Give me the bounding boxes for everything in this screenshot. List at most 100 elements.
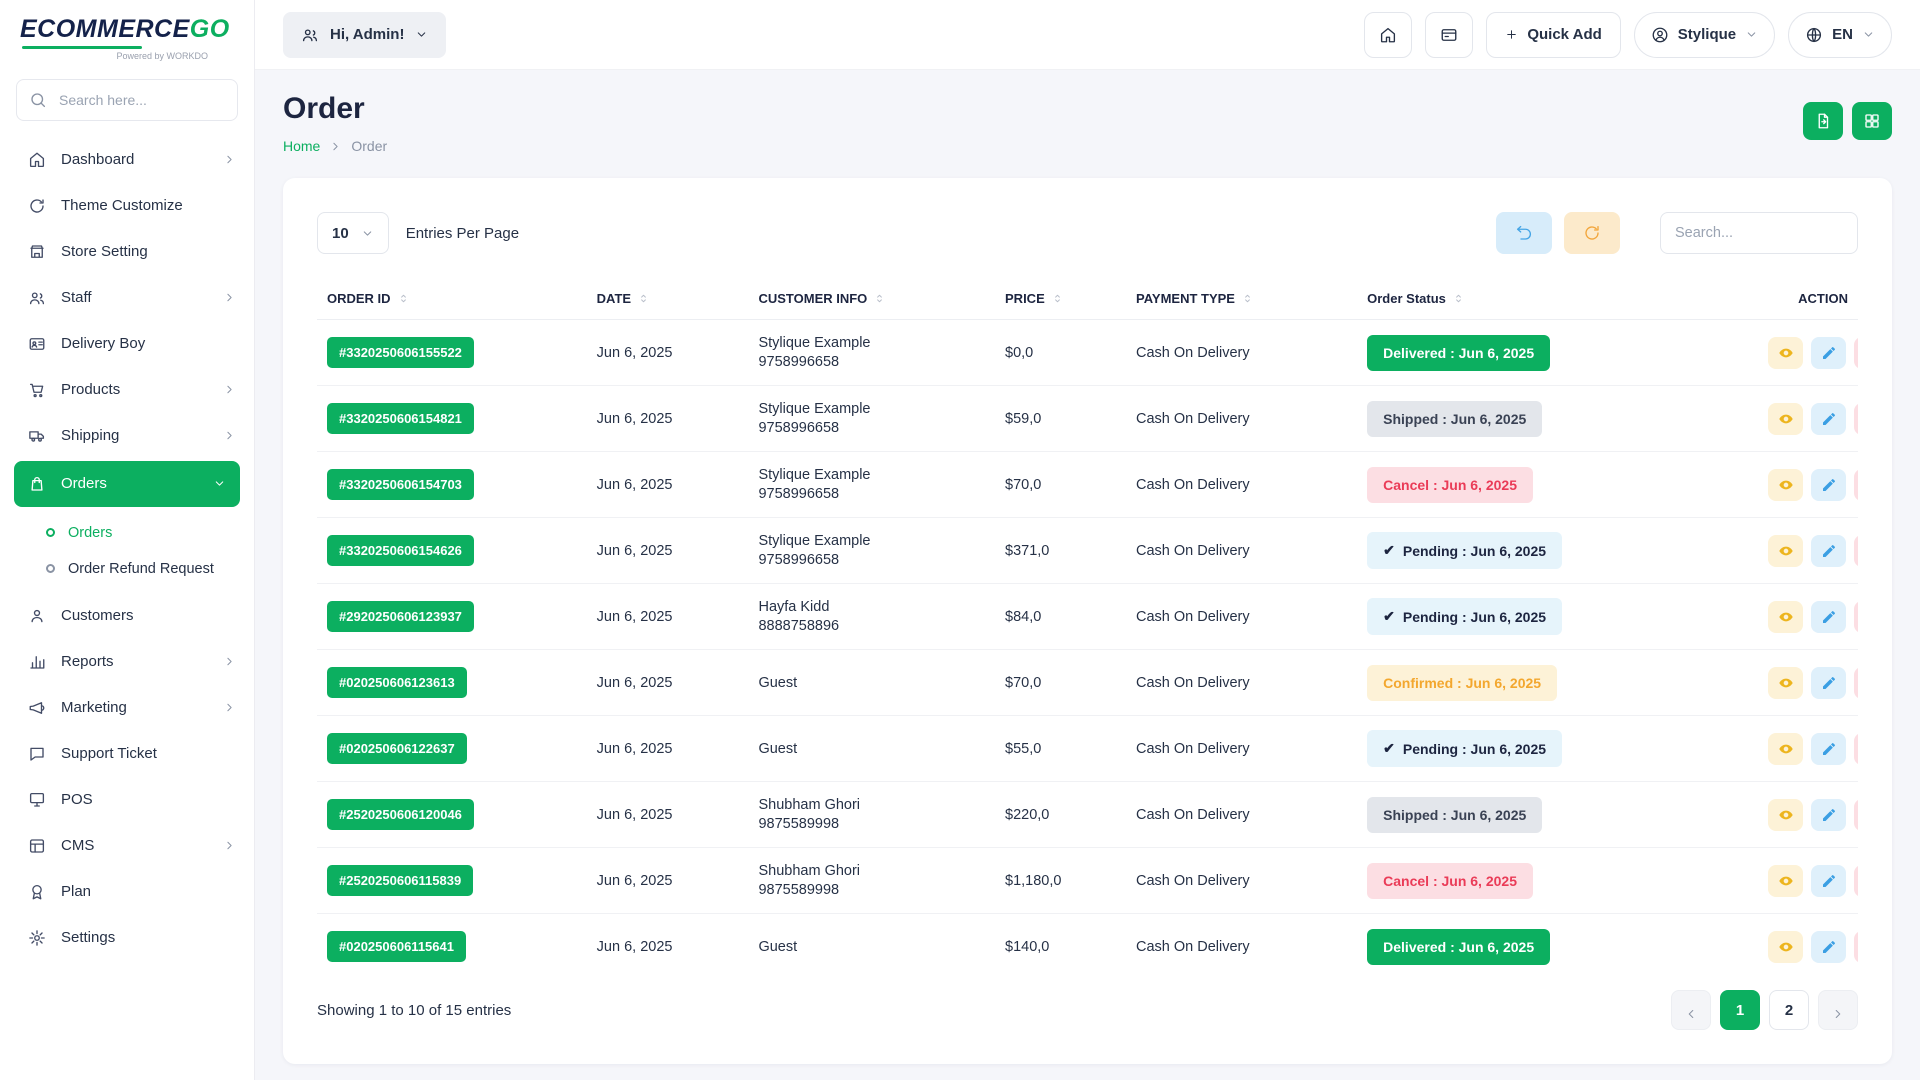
grid-view-button[interactable]	[1852, 102, 1892, 140]
sidebar-item-store-setting[interactable]: Store Setting	[0, 229, 254, 275]
edit-button[interactable]	[1811, 337, 1846, 369]
sidebar-search-input[interactable]	[16, 79, 238, 121]
sidebar-item-customers[interactable]: Customers	[0, 593, 254, 639]
sidebar-item-marketing[interactable]: Marketing	[0, 685, 254, 731]
view-button[interactable]	[1768, 931, 1803, 963]
column-header-date[interactable]: DATE	[587, 278, 749, 320]
column-header-payment-type[interactable]: PAYMENT TYPE	[1126, 278, 1357, 320]
sidebar-item-staff[interactable]: Staff	[0, 275, 254, 321]
quick-add-button[interactable]: Quick Add	[1486, 12, 1620, 58]
sidebar-item-products[interactable]: Products	[0, 367, 254, 413]
refresh-button[interactable]	[1564, 212, 1620, 254]
customer-name: Shubham Ghori	[758, 863, 985, 879]
column-header-label: PRICE	[1005, 291, 1045, 306]
pagination: 12	[1671, 990, 1858, 1030]
person-circle-icon	[1651, 26, 1669, 44]
sidebar-item-pos[interactable]: POS	[0, 777, 254, 823]
order-id-badge[interactable]: #2520250606115839	[327, 865, 473, 896]
delete-button[interactable]	[1854, 799, 1858, 831]
edit-button[interactable]	[1811, 865, 1846, 897]
column-header-customer-info[interactable]: CUSTOMER INFO	[748, 278, 995, 320]
edit-button[interactable]	[1811, 667, 1846, 699]
delete-button[interactable]	[1854, 667, 1858, 699]
edit-button[interactable]	[1811, 799, 1846, 831]
edit-button[interactable]	[1811, 931, 1846, 963]
table-search-input[interactable]	[1660, 212, 1858, 254]
status-badge: Delivered : Jun 6, 2025	[1367, 929, 1550, 965]
order-id-badge[interactable]: #2520250606120046	[327, 799, 474, 830]
column-header-price[interactable]: PRICE	[995, 278, 1126, 320]
home-button[interactable]	[1364, 12, 1412, 58]
column-header-order-id[interactable]: ORDER ID	[317, 278, 587, 320]
sidebar-item-settings[interactable]: Settings	[0, 915, 254, 961]
payment-type: Cash On Delivery	[1126, 782, 1357, 848]
order-id-badge[interactable]: #3320250606154703	[327, 469, 474, 500]
view-button[interactable]	[1768, 469, 1803, 501]
export-button[interactable]	[1803, 102, 1843, 140]
card-footer: Showing 1 to 10 of 15 entries 12	[317, 966, 1858, 1030]
status-label: Pending : Jun 6, 2025	[1403, 609, 1546, 625]
sidebar-subitem-order-refund-request[interactable]: Order Refund Request	[0, 551, 254, 587]
status-badge: ✔Pending : Jun 6, 2025	[1367, 598, 1562, 635]
entries-per-page-select[interactable]: 10	[317, 212, 389, 254]
view-button[interactable]	[1768, 337, 1803, 369]
status-badge: ✔Pending : Jun 6, 2025	[1367, 532, 1562, 569]
sidebar-item-support-ticket[interactable]: Support Ticket	[0, 731, 254, 777]
order-id-badge[interactable]: #020250606122637	[327, 733, 467, 764]
order-id-badge[interactable]: #020250606115641	[327, 931, 466, 962]
edit-button[interactable]	[1811, 601, 1846, 633]
sidebar-item-dashboard[interactable]: Dashboard	[0, 137, 254, 183]
view-button[interactable]	[1768, 403, 1803, 435]
order-id-badge[interactable]: #3320250606154821	[327, 403, 474, 434]
edit-button[interactable]	[1811, 469, 1846, 501]
sidebar-item-cms[interactable]: CMS	[0, 823, 254, 869]
view-button[interactable]	[1768, 865, 1803, 897]
next-page-button[interactable]	[1818, 990, 1858, 1030]
view-button[interactable]	[1768, 601, 1803, 633]
delete-button[interactable]	[1854, 403, 1858, 435]
sidebar-subitem-orders[interactable]: Orders	[0, 515, 254, 551]
view-button[interactable]	[1768, 799, 1803, 831]
sidebar-item-theme-customize[interactable]: Theme Customize	[0, 183, 254, 229]
delete-button[interactable]	[1854, 337, 1858, 369]
delete-button[interactable]	[1854, 865, 1858, 897]
breadcrumb-home-link[interactable]: Home	[283, 138, 320, 154]
view-button[interactable]	[1768, 667, 1803, 699]
page-button-1[interactable]: 1	[1720, 990, 1760, 1030]
breadcrumb-current: Order	[351, 138, 387, 154]
card-view-button[interactable]	[1425, 12, 1473, 58]
column-header-order-status[interactable]: Order Status	[1357, 278, 1750, 320]
brand-logo[interactable]: ECOMMERCEGO Powered by WORKDO	[0, 0, 254, 65]
sidebar-item-delivery-boy[interactable]: Delivery Boy	[0, 321, 254, 367]
view-button[interactable]	[1768, 733, 1803, 765]
delete-button[interactable]	[1854, 601, 1858, 633]
sidebar-item-shipping[interactable]: Shipping	[0, 413, 254, 459]
globe-icon	[1805, 26, 1823, 44]
view-button[interactable]	[1768, 535, 1803, 567]
delete-button[interactable]	[1854, 931, 1858, 963]
order-id-badge[interactable]: #3320250606154626	[327, 535, 474, 566]
pencil-icon	[1821, 939, 1837, 955]
sidebar-item-orders[interactable]: Orders	[14, 461, 240, 507]
edit-button[interactable]	[1811, 733, 1846, 765]
undo-button[interactable]	[1496, 212, 1552, 254]
delete-button[interactable]	[1854, 469, 1858, 501]
order-id-badge[interactable]: #020250606123613	[327, 667, 467, 698]
prev-page-button[interactable]	[1671, 990, 1711, 1030]
delete-button[interactable]	[1854, 733, 1858, 765]
sidebar-item-label: Support Ticket	[61, 745, 236, 762]
pencil-icon	[1821, 675, 1837, 691]
admin-menu-button[interactable]: Hi, Admin!	[283, 12, 446, 58]
language-switcher[interactable]: EN	[1788, 12, 1892, 58]
page-button-2[interactable]: 2	[1769, 990, 1809, 1030]
order-id-badge[interactable]: #2920250606123937	[327, 601, 474, 632]
sidebar-item-reports[interactable]: Reports	[0, 639, 254, 685]
order-id-badge[interactable]: #3320250606155522	[327, 337, 474, 368]
sidebar-item-plan[interactable]: Plan	[0, 869, 254, 915]
search-icon	[29, 91, 47, 109]
store-switcher[interactable]: Stylique	[1634, 12, 1775, 58]
chevron-right-icon	[223, 655, 236, 668]
delete-button[interactable]	[1854, 535, 1858, 567]
edit-button[interactable]	[1811, 403, 1846, 435]
edit-button[interactable]	[1811, 535, 1846, 567]
